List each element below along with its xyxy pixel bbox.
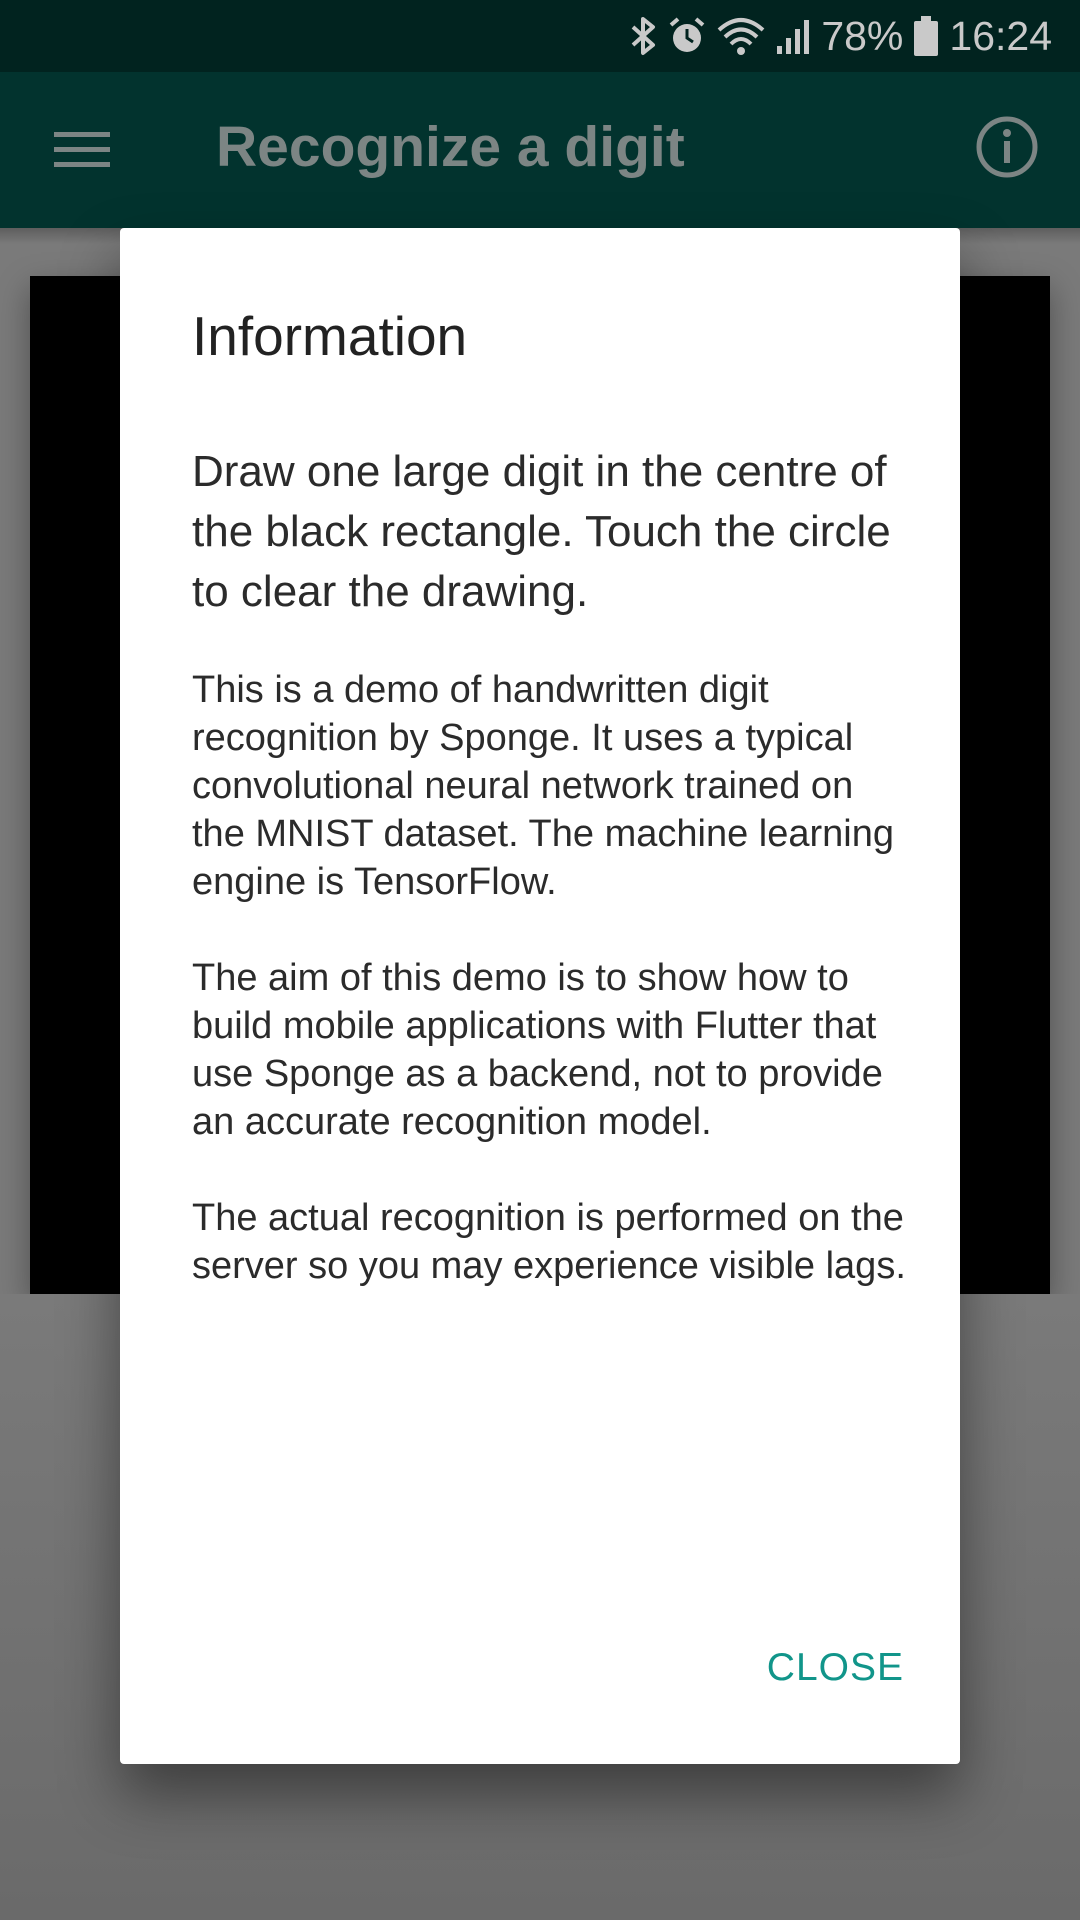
screen: 78% 16:24 Recognize a digit Information … (0, 0, 1080, 1920)
dialog-title: Information (192, 305, 468, 367)
bluetooth-icon (629, 16, 657, 56)
dialog-paragraph: The actual recognition is performed on t… (192, 1197, 906, 1287)
page-title: Recognize a digit (216, 115, 685, 179)
menu-icon[interactable] (54, 128, 110, 172)
battery-icon (913, 15, 939, 57)
app-bar: Recognize a digit (0, 72, 1080, 228)
dialog-paragraph: This is a demo of handwritten digit reco… (192, 669, 894, 903)
dialog-instructions: Draw one large digit in the centre of th… (192, 447, 891, 616)
status-icons: 78% 16:24 (629, 0, 1052, 72)
info-icon[interactable] (974, 114, 1040, 180)
status-bar: 78% 16:24 (0, 0, 1080, 72)
clock: 16:24 (949, 12, 1052, 59)
battery-percent: 78% (821, 12, 904, 59)
dialog-paragraph: The aim of this demo is to show how to b… (192, 957, 883, 1143)
wifi-icon (717, 16, 765, 56)
close-button[interactable]: CLOSE (767, 1642, 904, 1694)
alarm-icon (667, 16, 707, 56)
signal-icon (775, 16, 811, 56)
information-dialog: Information Draw one large digit in the … (120, 228, 960, 1764)
dialog-content: Draw one large digit in the centre of th… (192, 442, 912, 1338)
